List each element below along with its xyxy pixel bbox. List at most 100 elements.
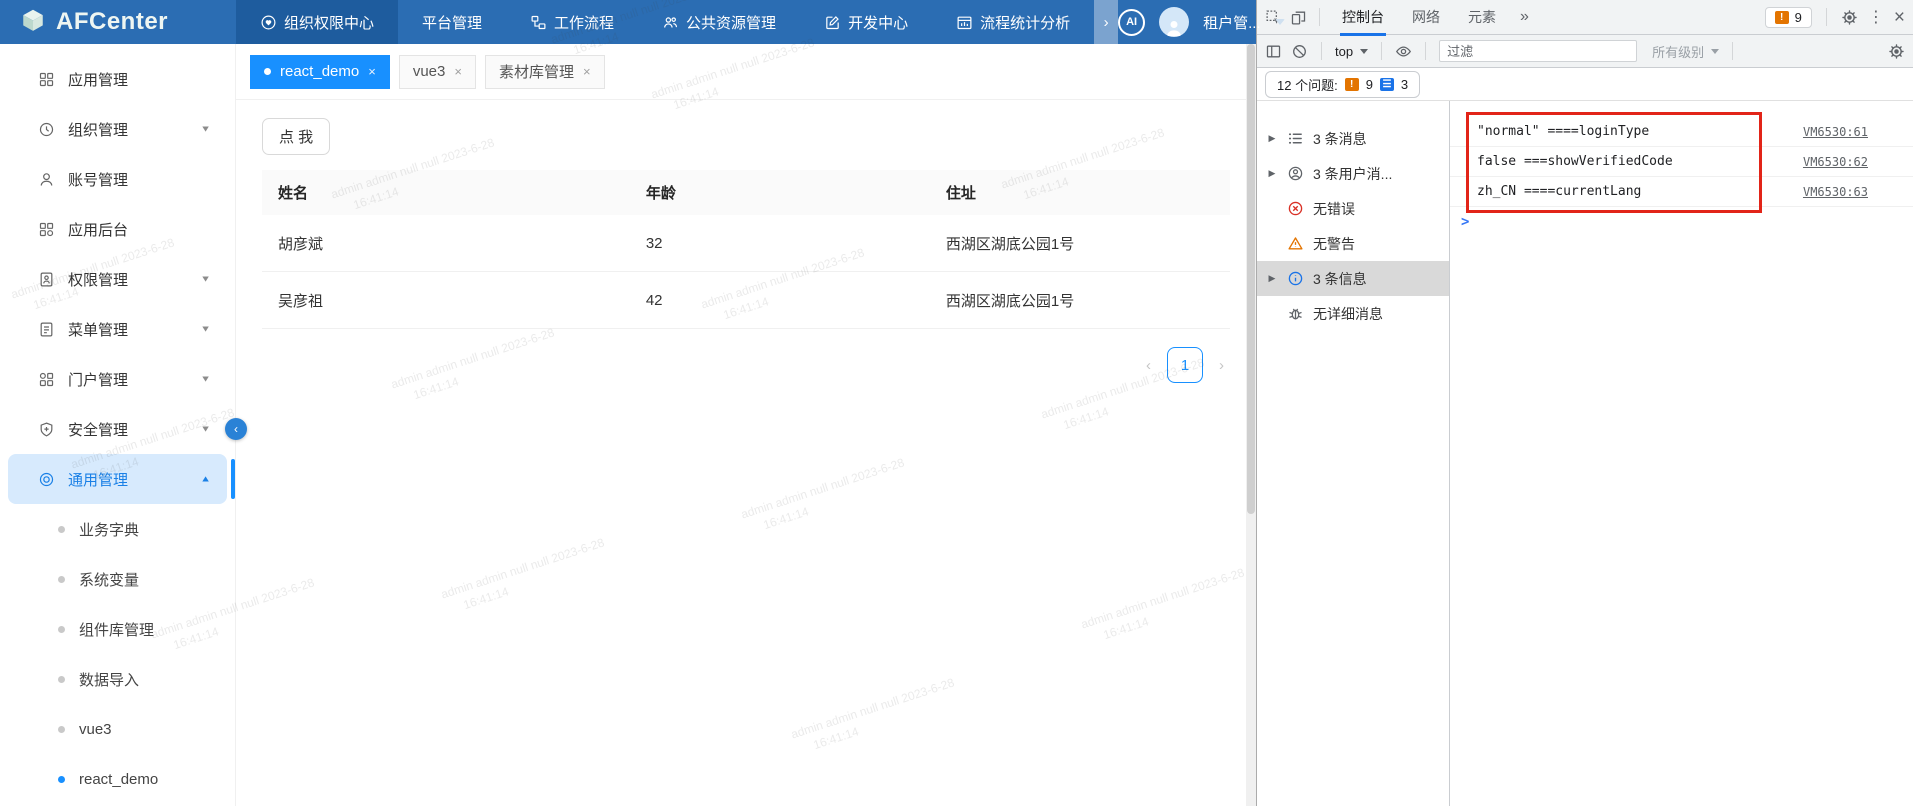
edit-square-icon	[824, 14, 841, 31]
kebab-menu-icon[interactable]: ⋮	[1868, 7, 1884, 27]
nav-item-workflow[interactable]: 工作流程	[506, 0, 638, 44]
more-tabs-icon[interactable]: »	[1514, 8, 1535, 26]
expand-triangle-icon[interactable]: ▶	[1267, 273, 1277, 284]
chevron-right-icon: ›	[1104, 14, 1109, 31]
chevron-down-icon[interactable]	[1275, 19, 1285, 25]
close-icon[interactable]: ×	[454, 64, 462, 79]
bullet-dot-icon	[58, 626, 65, 633]
error-circle-icon	[1286, 200, 1304, 218]
sidebar-item-portal-mgmt[interactable]: 门户管理▼	[8, 354, 227, 404]
console-filter-user-messages[interactable]: ▶ 3 条用户消...	[1257, 156, 1449, 191]
scrollbar-thumb[interactable]	[1247, 44, 1255, 514]
data-table: 姓名 年龄 住址 胡彦斌 32 西湖区湖底公园1号 吴彦祖 42 西湖区湖底公园…	[262, 170, 1230, 329]
source-link[interactable]: VM6530:63	[1803, 185, 1868, 199]
chevron-down-icon: ▼	[200, 324, 211, 334]
cell-name: 吴彦祖	[262, 290, 630, 311]
context-selector[interactable]: top	[1335, 44, 1368, 59]
sidebar-subitem-system-vars[interactable]: 系统变量	[0, 554, 235, 604]
chevron-left-icon: ‹	[234, 422, 238, 436]
sidebar-subitem-vue3[interactable]: vue3	[0, 704, 235, 754]
issues-counter-button[interactable]: ! 9	[1765, 7, 1812, 28]
console-prompt[interactable]: >	[1461, 214, 1913, 230]
tab-vue3[interactable]: vue3 ×	[399, 55, 476, 89]
grid-icon	[38, 371, 55, 388]
console-filter-warnings[interactable]: 无警告	[1257, 226, 1449, 261]
header-right: AI 租户管...	[1118, 0, 1299, 44]
prev-page-arrow[interactable]: ‹	[1146, 357, 1151, 374]
tab-react-demo[interactable]: react_demo ×	[250, 55, 390, 89]
list-icon	[1286, 130, 1304, 148]
bullet-dot-icon	[58, 676, 65, 683]
sidebar-item-general-mgmt[interactable]: 通用管理▲	[8, 454, 227, 504]
console-filter-input[interactable]	[1439, 40, 1637, 62]
close-icon[interactable]: ×	[368, 64, 376, 79]
sidebar-item-security-mgmt[interactable]: 安全管理▼	[8, 404, 227, 454]
divider	[1319, 8, 1320, 26]
click-me-button[interactable]: 点 我	[262, 118, 330, 155]
console-sidebar-toggle-icon[interactable]	[1265, 43, 1282, 60]
divider	[1826, 8, 1827, 26]
user-circle-icon	[1286, 165, 1304, 183]
avatar[interactable]	[1159, 7, 1189, 37]
sidebar-subitem-component-lib[interactable]: 组件库管理	[0, 604, 235, 654]
app-title: AFCenter	[56, 8, 168, 36]
settings-gear-icon[interactable]	[1841, 9, 1858, 26]
tab-material-lib[interactable]: 素材库管理 ×	[485, 55, 605, 89]
devtools-tab-network[interactable]: 网络	[1402, 0, 1450, 35]
console-sidebar: ▶ 3 条消息 ▶ 3 条用户消... 无错误 无警告 ▶	[1257, 101, 1450, 806]
sidebar-subitem-business-dict[interactable]: 业务字典	[0, 504, 235, 554]
next-page-arrow[interactable]: ›	[1219, 357, 1224, 374]
bullet-dot-icon	[58, 576, 65, 583]
nav-item-public-resources[interactable]: 公共资源管理	[638, 0, 800, 44]
console-filter-all-messages[interactable]: ▶ 3 条消息	[1257, 121, 1449, 156]
bullet-dot-icon	[58, 526, 65, 533]
heart-circle-icon	[260, 14, 277, 31]
console-message: "normal" ====loginType VM6530:61	[1450, 117, 1913, 147]
console-filter-info[interactable]: ▶ 3 条信息	[1257, 261, 1449, 296]
issues-summary-button[interactable]: 12 个问题: ! 9 ☰ 3	[1265, 71, 1420, 98]
close-icon[interactable]: ×	[583, 64, 591, 79]
app-scrollbar[interactable]	[1246, 44, 1256, 806]
sidebar-item-app-mgmt[interactable]: 应用管理	[8, 54, 227, 104]
id-badge-icon	[38, 271, 55, 288]
target-icon	[38, 471, 55, 488]
afcenter-app: AFCenter 组织权限中心 平台管理 工作流程 公共资源管理 开发中心	[0, 0, 1256, 806]
close-devtools-icon[interactable]: ×	[1894, 8, 1905, 27]
expand-triangle-icon[interactable]: ▶	[1267, 168, 1277, 179]
cell-age: 42	[630, 292, 930, 309]
console-filter-verbose[interactable]: 无详细消息	[1257, 296, 1449, 331]
sidebar-item-menu-mgmt[interactable]: 菜单管理▼	[8, 304, 227, 354]
col-header-address: 住址	[930, 182, 1230, 203]
source-link[interactable]: VM6530:62	[1803, 155, 1868, 169]
sidebar-item-account-mgmt[interactable]: 账号管理	[8, 154, 227, 204]
devtools-tab-elements[interactable]: 元素	[1458, 0, 1506, 35]
devtools-tab-console[interactable]: 控制台	[1332, 0, 1394, 35]
nav-item-process-stats[interactable]: 流程统计分析	[932, 0, 1094, 44]
table-header: 姓名 年龄 住址	[262, 170, 1230, 215]
sidebar-subitem-react-demo[interactable]: react_demo	[0, 754, 235, 804]
app-logo[interactable]: AFCenter	[0, 0, 236, 44]
sidebar-subitem-data-import[interactable]: 数据导入	[0, 654, 235, 704]
sidebar-collapse-button[interactable]: ‹	[225, 418, 247, 440]
workflow-icon	[530, 14, 547, 31]
tenant-name[interactable]: 租户管...	[1203, 12, 1261, 33]
live-expression-eye-icon[interactable]	[1395, 43, 1412, 60]
devtools-panel: 控制台 网络 元素 » ! 9 ⋮ × top	[1256, 0, 1913, 806]
expand-triangle-icon[interactable]: ▶	[1267, 133, 1277, 144]
nav-item-platform-mgmt[interactable]: 平台管理	[398, 0, 506, 44]
nav-item-org-permission-center[interactable]: 组织权限中心	[236, 0, 398, 44]
source-link[interactable]: VM6530:61	[1803, 125, 1868, 139]
app-header: AFCenter 组织权限中心 平台管理 工作流程 公共资源管理 开发中心	[0, 0, 1256, 44]
sidebar-item-org-mgmt[interactable]: 组织管理▼	[8, 104, 227, 154]
nav-item-dev-center[interactable]: 开发中心	[800, 0, 932, 44]
console-settings-gear-icon[interactable]	[1888, 43, 1905, 60]
clear-console-icon[interactable]	[1291, 43, 1308, 60]
tab-bar: react_demo × vue3 × 素材库管理 ×	[236, 44, 1256, 100]
log-levels-dropdown[interactable]: 所有级别	[1652, 42, 1719, 61]
sidebar-item-app-backend[interactable]: 应用后台	[8, 204, 227, 254]
nav-overflow-arrow[interactable]: ›	[1094, 0, 1118, 44]
console-filter-errors[interactable]: 无错误	[1257, 191, 1449, 226]
page-number-button[interactable]: 1	[1167, 347, 1203, 383]
sidebar-item-permission-mgmt[interactable]: 权限管理▼	[8, 254, 227, 304]
ai-assistant-button[interactable]: AI	[1118, 9, 1145, 36]
